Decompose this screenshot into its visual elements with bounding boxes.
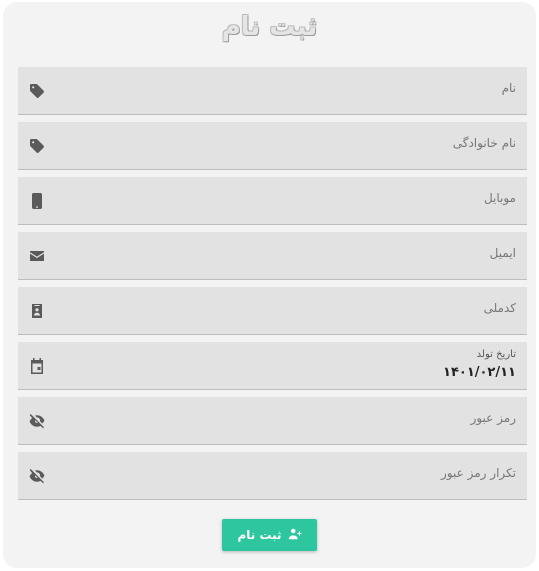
national-id-label: کدملی	[483, 301, 516, 315]
email-label: ایمیل	[489, 246, 516, 260]
password-field[interactable]: رمز عبور	[18, 397, 527, 445]
email-field[interactable]: ایمیل	[18, 232, 527, 280]
calendar-icon[interactable]	[28, 357, 46, 375]
user-plus-icon	[288, 527, 302, 544]
tag-icon	[28, 82, 46, 100]
confirm-password-label: تکرار رمز عبور	[441, 466, 516, 480]
birth-date-label: تاریخ تولد	[476, 349, 516, 360]
national-id-field[interactable]: کدملی	[18, 287, 527, 335]
birth-date-value: ۱۴۰۱/۰۲/۱۱	[443, 365, 516, 380]
eye-slash-icon[interactable]	[28, 467, 46, 485]
last-name-label: نام خانوادگی	[452, 136, 516, 150]
id-badge-icon	[28, 302, 46, 320]
envelope-icon	[28, 247, 46, 265]
password-label: رمز عبور	[470, 411, 516, 425]
mobile-field[interactable]: موبایل	[18, 177, 527, 225]
form-fields: نام نام خانوادگی موبایل ایمیل کدملی تاری…	[18, 67, 527, 507]
mobile-phone-icon	[28, 192, 46, 210]
first-name-label: نام	[501, 81, 516, 95]
register-card: ثبت نام نام نام خانوادگی موبایل ایمیل کد…	[3, 2, 536, 568]
register-button[interactable]: ثبت نام	[222, 519, 317, 551]
confirm-password-field[interactable]: تکرار رمز عبور	[18, 452, 527, 500]
birth-date-field[interactable]: تاریخ تولد ۱۴۰۱/۰۲/۱۱	[18, 342, 527, 390]
page-title: ثبت نام	[221, 12, 318, 42]
tag-icon	[28, 137, 46, 155]
last-name-field[interactable]: نام خانوادگی	[18, 122, 527, 170]
first-name-field[interactable]: نام	[18, 67, 527, 115]
eye-slash-icon[interactable]	[28, 412, 46, 430]
mobile-label: موبایل	[483, 191, 516, 205]
register-button-label: ثبت نام	[237, 528, 282, 542]
